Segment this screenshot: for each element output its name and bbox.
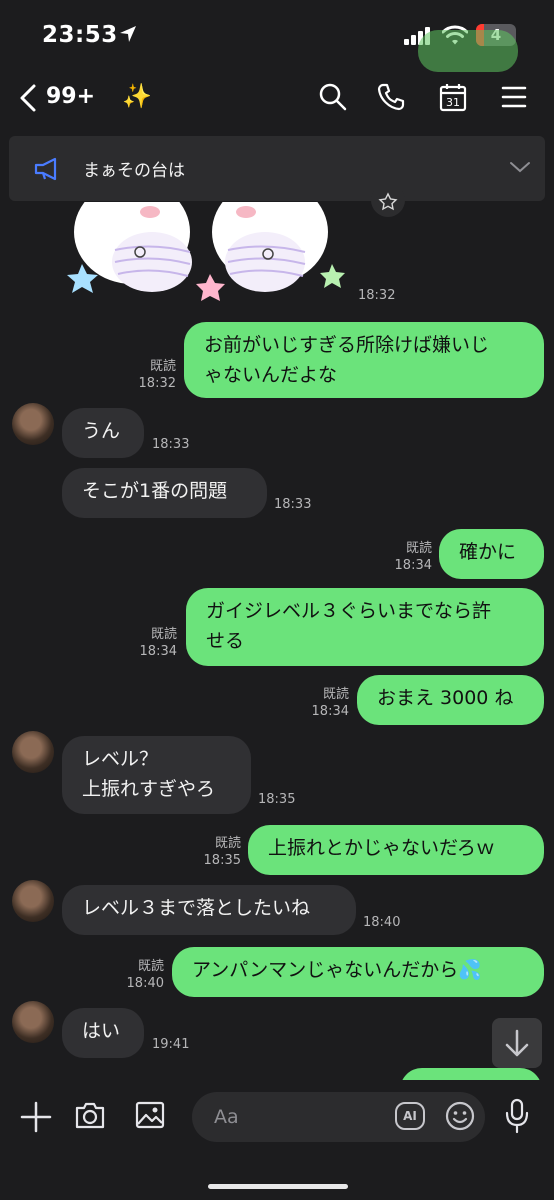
- status-time: 23:53: [42, 22, 118, 48]
- read-receipt: 既読: [214, 836, 241, 851]
- timestamp: 18:32: [358, 288, 396, 303]
- back-chevron-icon[interactable]: [16, 82, 40, 114]
- megaphone-icon: [34, 157, 57, 181]
- contact-avatar[interactable]: [12, 403, 54, 445]
- pinned-announcement[interactable]: まぁその台は: [9, 136, 545, 201]
- sent-message-bubble[interactable]: 上振れとかじゃないだろｗ: [248, 825, 544, 875]
- timestamp: 18:33: [152, 437, 190, 452]
- timestamp: 18:40: [363, 915, 401, 930]
- unread-count[interactable]: 99+: [46, 84, 95, 109]
- read-receipt: 既読: [150, 627, 177, 642]
- emoji-icon[interactable]: [444, 1100, 476, 1132]
- sent-message-bubble[interactable]: お前がいじすぎる所除けば嫌いじ ゃないんだよな: [184, 322, 544, 398]
- chevron-down-icon[interactable]: [509, 160, 531, 174]
- message-input[interactable]: [192, 1092, 485, 1142]
- contact-avatar[interactable]: [12, 731, 54, 773]
- home-indicator: [208, 1184, 348, 1189]
- sent-message-bubble[interactable]: 確かに: [439, 529, 544, 579]
- image-icon[interactable]: [134, 1100, 166, 1130]
- contact-avatar[interactable]: [12, 1001, 54, 1043]
- timestamp: 18:32: [138, 376, 176, 391]
- sparkle-icon: ✨: [122, 82, 152, 110]
- timestamp: 18:35: [258, 792, 296, 807]
- timestamp: 18:40: [126, 976, 164, 991]
- ai-assist-icon[interactable]: AI: [395, 1102, 425, 1130]
- received-message-bubble[interactable]: そこが1番の問題: [62, 468, 267, 518]
- timestamp: 18:33: [274, 497, 312, 512]
- arrow-down-icon: [505, 1029, 529, 1057]
- read-receipt: 既読: [322, 687, 349, 702]
- camera-icon[interactable]: [74, 1100, 106, 1130]
- timestamp: 18:34: [139, 644, 177, 659]
- received-message-bubble[interactable]: はい: [62, 1008, 144, 1058]
- svg-text:31: 31: [446, 96, 460, 109]
- timestamp: 19:41: [152, 1037, 190, 1052]
- received-message-bubble[interactable]: レベル３まで落としたいね: [62, 885, 356, 935]
- microphone-icon[interactable]: [504, 1098, 530, 1134]
- received-message-bubble[interactable]: レベル？ 上振れすぎやろ: [62, 736, 251, 814]
- plus-icon[interactable]: [20, 1101, 52, 1133]
- read-receipt: 既読: [137, 959, 164, 974]
- timestamp: 18:35: [203, 853, 241, 868]
- sent-message-bubble[interactable]: おまえ 3000 ね: [357, 675, 544, 725]
- search-icon[interactable]: [318, 82, 348, 112]
- sent-message-bubble[interactable]: アンパンマンじゃないんだから💦: [172, 947, 544, 997]
- star-icon[interactable]: [368, 190, 408, 220]
- sent-message-bubble[interactable]: ガイジレベル３ぐらいまでなら許 せる: [186, 588, 544, 666]
- timestamp: 18:34: [394, 558, 432, 573]
- timestamp: 18:34: [311, 704, 349, 719]
- read-receipt: 既読: [405, 541, 432, 556]
- previous-message-bubble: [418, 30, 518, 72]
- location-arrow-icon: [120, 26, 136, 42]
- chat-header: 99+ ✨ 31: [0, 70, 554, 130]
- sticker-image[interactable]: [60, 202, 360, 302]
- contact-avatar[interactable]: [12, 880, 54, 922]
- message-input-bar: AI: [0, 1080, 554, 1200]
- calendar-icon[interactable]: 31: [438, 82, 468, 112]
- read-receipt: 既読: [149, 359, 176, 374]
- scroll-to-bottom-button[interactable]: [492, 1018, 542, 1068]
- pinned-text: まぁその台は: [83, 161, 185, 181]
- menu-icon[interactable]: [500, 82, 528, 112]
- received-message-bubble[interactable]: うん: [62, 408, 144, 458]
- phone-icon[interactable]: [376, 82, 406, 112]
